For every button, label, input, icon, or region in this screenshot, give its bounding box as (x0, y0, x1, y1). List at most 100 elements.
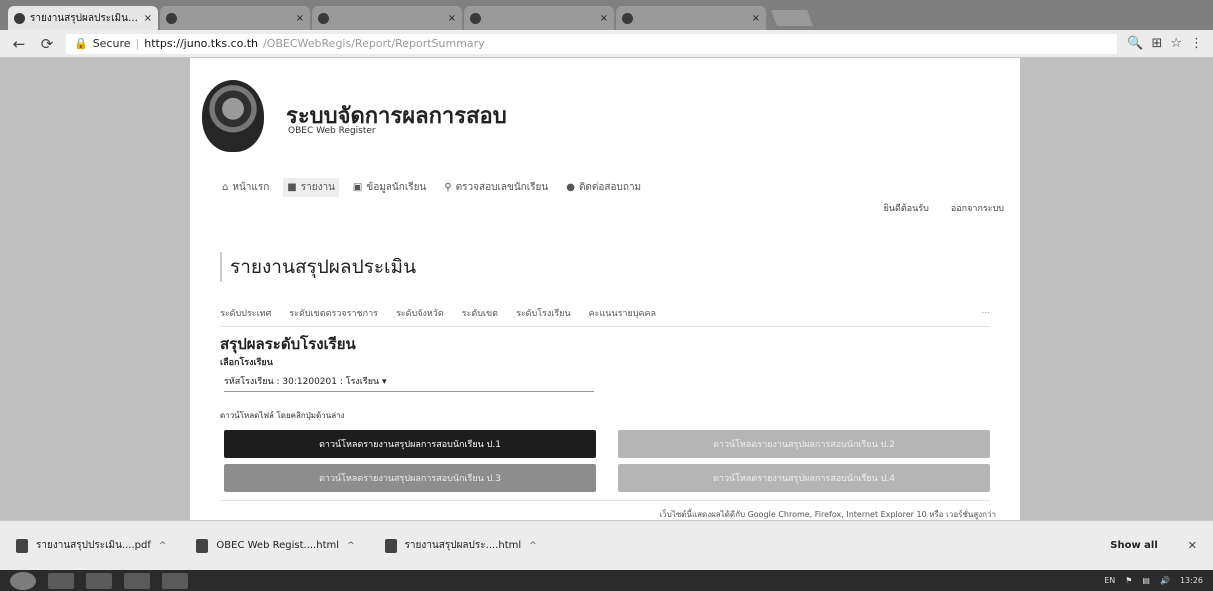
taskbar-app[interactable] (124, 572, 150, 589)
browser-tab[interactable]: × (616, 6, 766, 30)
pdf-file-icon (16, 538, 28, 553)
report-level-tabs: ระดับประเทศ ระดับเขตตรวจราชการ ระดับจังห… (220, 306, 990, 327)
browser-tab[interactable]: × (464, 6, 614, 30)
translate-icon[interactable]: ⊞ (1151, 36, 1162, 51)
tab-favicon-icon (318, 12, 329, 24)
toolbar-icons: 🔍 ⊞ ☆ ⋮ (1127, 36, 1203, 51)
download-item[interactable]: OBEC Web Regist....html ^ (196, 538, 355, 553)
lock-icon: 🔒 (74, 37, 88, 50)
taskbar-app[interactable] (48, 572, 74, 589)
tab-district[interactable]: ระดับเขต (462, 306, 498, 320)
url-host: https://juno.tks.co.th (144, 37, 258, 50)
browser-viewport: ระบบจัดการผลการสอบ OBEC Web Register ⌂ ห… (0, 58, 1213, 520)
main-nav: ⌂ หน้าแรก ■ รายงาน ▣ ข้อมูลนักเรียน ⚲ ตร… (218, 178, 645, 197)
tab-province[interactable]: ระดับจังหวัด (396, 306, 444, 320)
page-title: รายงานสรุปผลประเมิน (220, 252, 416, 282)
browser-toolbar: ← ⟳ 🔒 Secure | https://juno.tks.co.th/OB… (0, 30, 1213, 58)
close-downloads-icon[interactable]: ✕ (1188, 539, 1197, 552)
user-nav: ยินดีต้อนรับ ออกจากระบบ (884, 201, 1004, 215)
download-p4-button[interactable]: ดาวน์โหลดรายงานสรุปผลการสอบนักเรียน ป.4 (618, 464, 990, 492)
info-icon: ● (566, 182, 575, 193)
nav-home-label: หน้าแรก (232, 182, 270, 193)
tab-close-icon[interactable]: × (600, 13, 608, 24)
download-hint: ดาวน์โหลดไฟล์ โดยคลิกปุ่มด้านล่าง (220, 411, 345, 420)
chevron-down-icon: ▾ (382, 377, 387, 387)
tab-favicon-icon (166, 12, 177, 24)
download-item-label: รายงานสรุปผลประ....html (404, 540, 522, 551)
nav-contact[interactable]: ● ติดต่อสอบถาม (562, 178, 645, 197)
tab-favicon-icon (622, 12, 633, 24)
section-title: สรุปผลระดับโรงเรียน (220, 335, 356, 353)
tab-individual[interactable]: คะแนนรายบุคคล (589, 306, 656, 320)
chrome-file-icon (384, 538, 397, 553)
site-subtitle: OBEC Web Register (288, 126, 376, 136)
download-p3-button[interactable]: ดาวน์โหลดรายงานสรุปผลการสอบนักเรียน ป.3 (224, 464, 596, 492)
chevron-up-icon[interactable]: ^ (529, 541, 537, 551)
new-tab-button[interactable] (771, 10, 813, 26)
download-item-label: รายงานสรุปประเมิน....pdf (36, 540, 151, 551)
language-indicator[interactable]: EN (1104, 576, 1115, 585)
chevron-up-icon[interactable]: ^ (347, 541, 355, 551)
nav-contact-label: ติดต่อสอบถาม (578, 182, 642, 193)
download-p2-button[interactable]: ดาวน์โหลดรายงานสรุปผลการสอบนักเรียน ป.2 (618, 430, 990, 458)
network-icon: ▤ (1142, 576, 1150, 585)
clock[interactable]: 13:26 (1180, 576, 1203, 585)
tab-country[interactable]: ระดับประเทศ (220, 306, 271, 320)
nav-report-label: รายงาน (300, 182, 335, 193)
address-bar[interactable]: 🔒 Secure | https://juno.tks.co.th/OBECWe… (66, 33, 1118, 54)
nav-report[interactable]: ■ รายงาน (283, 178, 339, 197)
welcome-text: ยินดีต้อนรับ (883, 204, 929, 214)
bookmark-star-icon[interactable]: ☆ (1170, 36, 1182, 51)
download-item[interactable]: รายงานสรุปประเมิน....pdf ^ (16, 538, 166, 553)
browser-support-note: เว็บไซต์นี้แสดงผลได้ดีกับ Google Chrome,… (659, 510, 996, 519)
browser-tab[interactable]: × (312, 6, 462, 30)
reload-icon[interactable]: ⟳ (38, 35, 56, 53)
divider (220, 500, 990, 501)
tab-inspection-region[interactable]: ระดับเขตตรวจราชการ (289, 306, 378, 320)
secure-label: Secure (92, 37, 131, 50)
nav-home[interactable]: ⌂ หน้าแรก (218, 178, 273, 197)
school-select[interactable]: รหัสโรงเรียน : 30:1200201 : โรงเรียน ▾ (224, 374, 594, 392)
nav-student-info-label: ข้อมูลนักเรียน (366, 182, 427, 193)
tab-close-icon[interactable]: × (752, 13, 760, 24)
book-icon: ■ (287, 182, 297, 193)
tab-close-icon[interactable]: × (448, 13, 456, 24)
card-icon: ▣ (352, 182, 363, 193)
school-select-value: รหัสโรงเรียน : 30:1200201 : โรงเรียน (224, 377, 380, 387)
back-arrow-icon[interactable]: ← (10, 35, 28, 53)
browser-tab[interactable]: รายงานสรุปผลประเมิน - Ch × (8, 6, 158, 30)
downloads-bar: รายงานสรุปประเมิน....pdf ^ OBEC Web Regi… (0, 520, 1213, 570)
home-icon: ⌂ (222, 182, 229, 193)
tab-close-icon[interactable]: × (144, 13, 152, 24)
nav-check-student[interactable]: ⚲ ตรวจสอบเลขนักเรียน (440, 178, 552, 197)
tab-favicon-icon (14, 12, 25, 24)
system-tray: EN ⚑ ▤ 🔊 13:26 (1104, 576, 1203, 585)
start-button[interactable] (10, 571, 36, 590)
browser-tab-bar: รายงานสรุปผลประเมิน - Ch × × × × × (0, 0, 1213, 30)
menu-icon[interactable]: ⋮ (1190, 36, 1203, 51)
tab-title: รายงานสรุปผลประเมิน - Ch (30, 12, 139, 24)
taskbar-app[interactable] (162, 572, 188, 589)
tab-favicon-icon (470, 12, 481, 24)
chrome-file-icon (196, 538, 209, 553)
taskbar-app[interactable] (86, 572, 112, 589)
download-item[interactable]: รายงานสรุปผลประ....html ^ (384, 538, 537, 553)
show-all-downloads-button[interactable]: Show all (1110, 540, 1158, 551)
tab-close-icon[interactable]: × (296, 13, 304, 24)
page-container: ระบบจัดการผลการสอบ OBEC Web Register ⌂ ห… (190, 58, 1020, 520)
nav-check-student-label: ตรวจสอบเลขนักเรียน (455, 182, 549, 193)
chevron-up-icon[interactable]: ^ (159, 541, 167, 551)
nav-student-info[interactable]: ▣ ข้อมูลนักเรียน (349, 178, 430, 197)
download-p1-button[interactable]: ดาวน์โหลดรายงานสรุปผลการสอบนักเรียน ป.1 (224, 430, 596, 458)
obec-logo (202, 80, 264, 152)
school-select-label: เลือกโรงเรียน (220, 358, 273, 368)
logout-link[interactable]: ออกจากระบบ (951, 201, 1004, 215)
zoom-icon[interactable]: 🔍 (1127, 36, 1143, 51)
windows-taskbar: EN ⚑ ▤ 🔊 13:26 (0, 570, 1213, 591)
tab-school[interactable]: ระดับโรงเรียน (516, 306, 571, 320)
browser-tab[interactable]: × (160, 6, 310, 30)
search-icon: ⚲ (444, 182, 452, 193)
volume-icon: 🔊 (1159, 576, 1170, 585)
download-item-label: OBEC Web Regist....html (216, 540, 340, 551)
separator: | (135, 37, 140, 50)
